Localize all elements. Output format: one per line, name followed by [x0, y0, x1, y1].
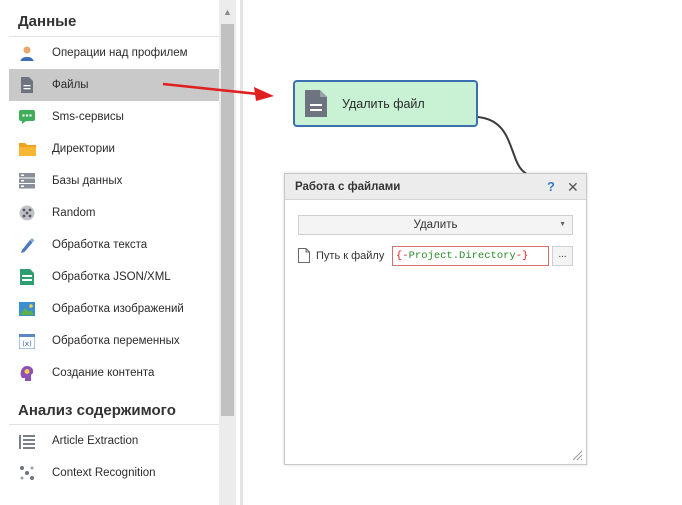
panel-title: Работа с файлами [295, 181, 401, 193]
actions-sidebar: Данные Операции над профилем Файлы Sms-с… [9, 0, 219, 505]
sidebar-item-directories[interactable]: Директории [9, 133, 219, 165]
file-path-label: Путь к файлу [316, 250, 385, 262]
file-path-input[interactable]: {-Project.Directory-} [392, 246, 549, 266]
sidebar-item-label: Обработка текста [52, 239, 148, 251]
pane-splitter[interactable] [240, 0, 243, 505]
sidebar-item-random[interactable]: Random [9, 197, 219, 229]
section-title-content-analysis: Анализ содержимого [18, 402, 176, 419]
sidebar-item-label: Обработка JSON/XML [52, 271, 171, 283]
resize-grip-icon[interactable] [571, 449, 583, 461]
file-path-row: Путь к файлу {-Project.Directory-} ... [298, 246, 573, 266]
sidebar-item-label: Sms-сервисы [52, 111, 124, 123]
browse-button[interactable]: ... [552, 246, 573, 266]
context-icon [18, 464, 36, 482]
document-icon [298, 248, 310, 263]
folder-icon [18, 140, 36, 158]
sidebar-item-sms-services[interactable]: Sms-сервисы [9, 101, 219, 133]
sms-icon [18, 108, 36, 126]
scroll-up-icon[interactable]: ▲ [219, 0, 236, 22]
help-icon[interactable]: ? [547, 174, 555, 200]
delete-file-node[interactable]: Удалить файл [293, 80, 478, 127]
chevron-down-icon: ▼ [559, 221, 566, 228]
sidebar-item-label: Обработка изображений [52, 303, 184, 315]
sidebar-item-variable-processing[interactable]: (x) Обработка переменных [9, 325, 219, 357]
sidebar-scrollbar[interactable]: ▲ [219, 0, 236, 505]
section-title-data: Данные [18, 13, 77, 30]
action-select[interactable]: Удалить ▼ [298, 215, 573, 235]
article-icon [18, 432, 36, 450]
sidebar-item-label: Context Recognition [52, 467, 156, 479]
pen-icon [18, 236, 36, 254]
panel-header: Работа с файлами ? ✕ [285, 174, 586, 200]
sidebar-item-text-processing[interactable]: Обработка текста [9, 229, 219, 261]
sidebar-item-image-processing[interactable]: Обработка изображений [9, 293, 219, 325]
sidebar-item-label: Операции над профилем [52, 47, 188, 59]
sidebar-item-label: Файлы [52, 79, 89, 91]
image-icon [18, 300, 36, 318]
sidebar-item-files[interactable]: Файлы [9, 69, 219, 101]
file-operations-panel: Работа с файлами ? ✕ Удалить ▼ Путь к фа… [284, 173, 587, 465]
sidebar-item-label: Random [52, 207, 96, 219]
svg-text:(x): (x) [22, 340, 32, 348]
sidebar-item-label: Article Extraction [52, 435, 139, 447]
sidebar-item-article-extraction[interactable]: Article Extraction [9, 425, 219, 457]
node-connector [477, 116, 529, 176]
dice-icon [18, 204, 36, 222]
variable-icon: (x) [18, 332, 36, 350]
sidebar-item-profile-operations[interactable]: Операции над профилем [9, 37, 219, 69]
json-icon [18, 268, 36, 286]
sidebar-item-content-creation[interactable]: Создание контента [9, 357, 219, 389]
file-icon [305, 90, 327, 117]
user-icon [18, 44, 36, 62]
brain-icon [18, 364, 36, 382]
sidebar-item-context-recognition[interactable]: Context Recognition [9, 457, 219, 489]
file-icon [18, 76, 36, 94]
sidebar-item-json-xml[interactable]: Обработка JSON/XML [9, 261, 219, 293]
scroll-thumb[interactable] [221, 24, 234, 416]
node-label: Удалить файл [342, 96, 425, 111]
action-select-value: Удалить [413, 219, 458, 231]
sidebar-item-label: Базы данных [52, 175, 123, 187]
path-variable: Project.Directory [408, 250, 516, 262]
sidebar-item-label: Создание контента [52, 367, 155, 379]
close-icon[interactable]: ✕ [567, 174, 579, 200]
sidebar-item-databases[interactable]: Базы данных [9, 165, 219, 197]
database-icon [18, 172, 36, 190]
path-brace-close: -} [515, 250, 529, 262]
sidebar-item-label: Обработка переменных [52, 335, 180, 347]
path-brace-open: {- [396, 250, 409, 262]
sidebar-item-label: Директории [52, 143, 115, 155]
